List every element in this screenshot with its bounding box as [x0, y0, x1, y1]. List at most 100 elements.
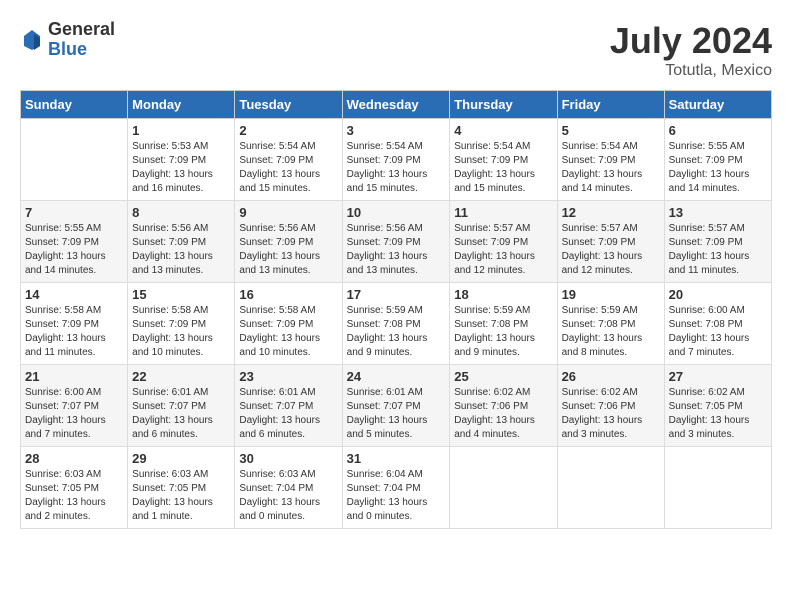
header-thursday: Thursday — [450, 91, 557, 119]
day-number: 6 — [669, 123, 767, 138]
calendar-cell — [664, 447, 771, 529]
day-number: 28 — [25, 451, 123, 466]
day-number: 24 — [347, 369, 446, 384]
calendar-cell — [450, 447, 557, 529]
logo-blue: Blue — [48, 40, 115, 60]
day-number: 29 — [132, 451, 230, 466]
day-number: 12 — [562, 205, 660, 220]
logo-icon — [20, 28, 44, 52]
day-number: 4 — [454, 123, 552, 138]
day-info: Sunrise: 5:55 AM Sunset: 7:09 PM Dayligh… — [669, 140, 767, 196]
day-info: Sunrise: 5:58 AM Sunset: 7:09 PM Dayligh… — [25, 304, 123, 360]
day-number: 2 — [239, 123, 337, 138]
day-number: 8 — [132, 205, 230, 220]
day-number: 5 — [562, 123, 660, 138]
calendar-cell: 26Sunrise: 6:02 AM Sunset: 7:06 PM Dayli… — [557, 365, 664, 447]
calendar-cell: 7 Sunrise: 5:55 AM Sunset: 7:09 PM Daylig… — [21, 201, 128, 283]
day-number: 18 — [454, 287, 552, 302]
calendar-cell — [557, 447, 664, 529]
day-number: 3 — [347, 123, 446, 138]
calendar-cell: 10 Sunrise: 5:56 AM Sunset: 7:09 PM Dayli… — [342, 201, 450, 283]
day-info: Sunrise: 5:59 AM Sunset: 7:08 PM Dayligh… — [562, 304, 660, 360]
calendar-table: SundayMondayTuesdayWednesdayThursdayFrid… — [20, 90, 772, 529]
header-tuesday: Tuesday — [235, 91, 342, 119]
calendar-cell: 22Sunrise: 6:01 AM Sunset: 7:07 PM Dayli… — [128, 365, 235, 447]
week-row-5: 28 Sunrise: 6:03 AM Sunset: 7:05 PM Dayli… — [21, 447, 772, 529]
calendar-cell: 28 Sunrise: 6:03 AM Sunset: 7:05 PM Dayli… — [21, 447, 128, 529]
logo-text: General Blue — [48, 20, 115, 60]
day-info: Sunrise: 5:58 AM Sunset: 7:09 PM Dayligh… — [132, 304, 230, 360]
calendar-cell: 6 Sunrise: 5:55 AM Sunset: 7:09 PM Daylig… — [664, 119, 771, 201]
day-number: 16 — [239, 287, 337, 302]
day-number: 9 — [239, 205, 337, 220]
week-row-1: 1 Sunrise: 5:53 AM Sunset: 7:09 PM Daylig… — [21, 119, 772, 201]
day-number: 1 — [132, 123, 230, 138]
day-number: 14 — [25, 287, 123, 302]
header-friday: Friday — [557, 91, 664, 119]
calendar-cell: 9 Sunrise: 5:56 AM Sunset: 7:09 PM Daylig… — [235, 201, 342, 283]
title-block: July 2024 Totutla, Mexico — [610, 20, 772, 80]
calendar-cell: 24 Sunrise: 6:01 AM Sunset: 7:07 PM Dayli… — [342, 365, 450, 447]
day-info: Sunrise: 5:57 AM Sunset: 7:09 PM Dayligh… — [562, 222, 660, 278]
day-info: Sunrise: 6:01 AM Sunset: 7:07 PM Dayligh… — [347, 386, 446, 442]
day-number: 7 — [25, 205, 123, 220]
day-number: 10 — [347, 205, 446, 220]
calendar-cell: 27 Sunrise: 6:02 AM Sunset: 7:05 PM Dayli… — [664, 365, 771, 447]
day-info: Sunrise: 5:55 AM Sunset: 7:09 PM Dayligh… — [25, 222, 123, 278]
calendar-cell: 5 Sunrise: 5:54 AM Sunset: 7:09 PM Daylig… — [557, 119, 664, 201]
calendar-header-row: SundayMondayTuesdayWednesdayThursdayFrid… — [21, 91, 772, 119]
day-info: Sunrise: 5:59 AM Sunset: 7:08 PM Dayligh… — [347, 304, 446, 360]
logo-general: General — [48, 20, 115, 40]
day-number: 11 — [454, 205, 552, 220]
calendar-cell: 21Sunrise: 6:00 AM Sunset: 7:07 PM Dayli… — [21, 365, 128, 447]
day-info: Sunrise: 5:53 AM Sunset: 7:09 PM Dayligh… — [132, 140, 230, 196]
day-info: Sunrise: 6:00 AM Sunset: 7:08 PM Dayligh… — [669, 304, 767, 360]
logo: General Blue — [20, 20, 115, 60]
header-wednesday: Wednesday — [342, 91, 450, 119]
day-info: Sunrise: 5:57 AM Sunset: 7:09 PM Dayligh… — [669, 222, 767, 278]
day-number: 23 — [239, 369, 337, 384]
header-monday: Monday — [128, 91, 235, 119]
calendar-cell: 3Sunrise: 5:54 AM Sunset: 7:09 PM Daylig… — [342, 119, 450, 201]
day-info: Sunrise: 6:03 AM Sunset: 7:04 PM Dayligh… — [239, 468, 337, 524]
day-info: Sunrise: 5:56 AM Sunset: 7:09 PM Dayligh… — [347, 222, 446, 278]
day-number: 31 — [347, 451, 446, 466]
calendar-cell — [21, 119, 128, 201]
day-info: Sunrise: 6:01 AM Sunset: 7:07 PM Dayligh… — [239, 386, 337, 442]
day-info: Sunrise: 5:57 AM Sunset: 7:09 PM Dayligh… — [454, 222, 552, 278]
page-header: General Blue July 2024 Totutla, Mexico — [20, 20, 772, 80]
day-info: Sunrise: 5:59 AM Sunset: 7:08 PM Dayligh… — [454, 304, 552, 360]
day-info: Sunrise: 5:56 AM Sunset: 7:09 PM Dayligh… — [132, 222, 230, 278]
day-number: 22 — [132, 369, 230, 384]
calendar-cell: 19 Sunrise: 5:59 AM Sunset: 7:08 PM Dayli… — [557, 283, 664, 365]
header-sunday: Sunday — [21, 91, 128, 119]
day-number: 15 — [132, 287, 230, 302]
calendar-cell: 2Sunrise: 5:54 AM Sunset: 7:09 PM Daylig… — [235, 119, 342, 201]
calendar-cell: 13 Sunrise: 5:57 AM Sunset: 7:09 PM Dayli… — [664, 201, 771, 283]
day-info: Sunrise: 5:54 AM Sunset: 7:09 PM Dayligh… — [562, 140, 660, 196]
calendar-cell: 8 Sunrise: 5:56 AM Sunset: 7:09 PM Daylig… — [128, 201, 235, 283]
day-info: Sunrise: 6:03 AM Sunset: 7:05 PM Dayligh… — [25, 468, 123, 524]
calendar-cell: 25Sunrise: 6:02 AM Sunset: 7:06 PM Dayli… — [450, 365, 557, 447]
week-row-3: 14 Sunrise: 5:58 AM Sunset: 7:09 PM Dayli… — [21, 283, 772, 365]
day-info: Sunrise: 5:54 AM Sunset: 7:09 PM Dayligh… — [454, 140, 552, 196]
calendar-cell: 15 Sunrise: 5:58 AM Sunset: 7:09 PM Dayli… — [128, 283, 235, 365]
calendar-cell: 18 Sunrise: 5:59 AM Sunset: 7:08 PM Dayli… — [450, 283, 557, 365]
day-number: 27 — [669, 369, 767, 384]
location-subtitle: Totutla, Mexico — [610, 62, 772, 80]
day-info: Sunrise: 5:56 AM Sunset: 7:09 PM Dayligh… — [239, 222, 337, 278]
week-row-4: 21Sunrise: 6:00 AM Sunset: 7:07 PM Dayli… — [21, 365, 772, 447]
calendar-cell: 29Sunrise: 6:03 AM Sunset: 7:05 PM Dayli… — [128, 447, 235, 529]
calendar-cell: 11 Sunrise: 5:57 AM Sunset: 7:09 PM Dayli… — [450, 201, 557, 283]
month-year-title: July 2024 — [610, 20, 772, 62]
day-number: 17 — [347, 287, 446, 302]
calendar-cell: 16Sunrise: 5:58 AM Sunset: 7:09 PM Dayli… — [235, 283, 342, 365]
day-number: 30 — [239, 451, 337, 466]
day-number: 19 — [562, 287, 660, 302]
day-number: 25 — [454, 369, 552, 384]
day-number: 13 — [669, 205, 767, 220]
day-number: 20 — [669, 287, 767, 302]
calendar-cell: 30 Sunrise: 6:03 AM Sunset: 7:04 PM Dayli… — [235, 447, 342, 529]
day-info: Sunrise: 6:02 AM Sunset: 7:05 PM Dayligh… — [669, 386, 767, 442]
calendar-cell: 17 Sunrise: 5:59 AM Sunset: 7:08 PM Dayli… — [342, 283, 450, 365]
